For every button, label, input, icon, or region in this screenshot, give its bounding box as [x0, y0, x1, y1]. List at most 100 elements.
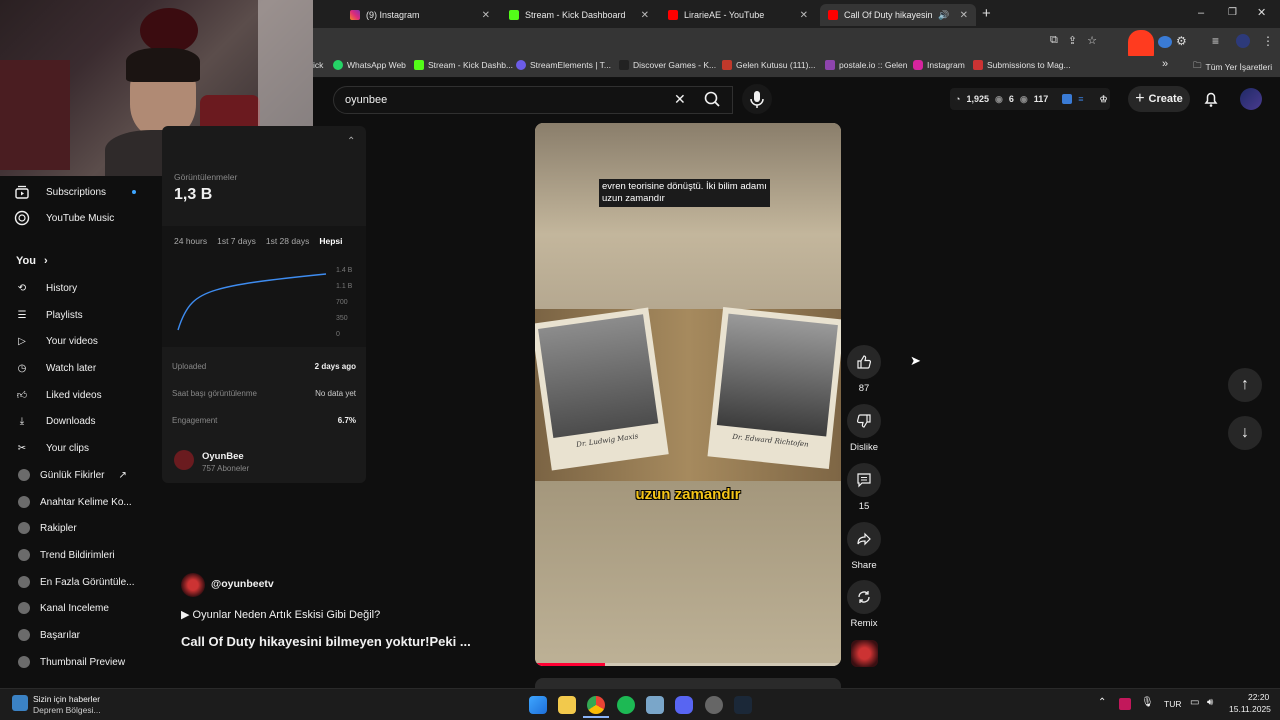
sidebar-ext-item[interactable]: Anahtar Kelime Ko...: [18, 492, 132, 512]
like-button[interactable]: 87: [834, 345, 894, 394]
bookmark-item[interactable]: StreamElements | T...: [516, 60, 611, 70]
channel-handle[interactable]: @oyunbeetv: [211, 578, 274, 590]
news-widget-subtitle[interactable]: Deprem Bölgesi...: [33, 705, 101, 715]
tab-active-video[interactable]: Call Of Duty hikayesini bilme 🔊 ✕: [820, 4, 976, 26]
achievement-icon[interactable]: ♔: [1100, 94, 1108, 105]
install-icon[interactable]: ⇪: [1068, 34, 1077, 47]
steam-icon[interactable]: [734, 696, 752, 714]
new-tab-button[interactable]: +: [982, 5, 991, 22]
list-icon[interactable]: ≡: [1078, 94, 1083, 104]
search-button[interactable]: [698, 86, 734, 114]
share-button[interactable]: Share: [834, 522, 894, 571]
account-avatar[interactable]: [1240, 88, 1262, 110]
minimize-button[interactable]: –: [1198, 7, 1204, 19]
bookmark-item[interactable]: Submissions to Mag...: [973, 60, 1071, 70]
tab-youtube-channel[interactable]: LirarieAE - YouTube ✕: [660, 4, 816, 26]
sidebar-item-liked-videos[interactable]: 👍︎ Liked videos: [14, 385, 102, 405]
collapse-icon[interactable]: ⌃: [347, 136, 355, 147]
spotify-icon[interactable]: [617, 696, 635, 714]
close-tab-icon[interactable]: ✕: [800, 10, 808, 21]
search-input[interactable]: oyunbee ✕: [333, 86, 733, 114]
clock-date[interactable]: 15.11.2025: [1229, 704, 1271, 714]
sidebar-item-playlists[interactable]: ☰ Playlists: [14, 305, 83, 325]
network-icon[interactable]: ▭: [1190, 697, 1199, 708]
tray-app-icon[interactable]: [1119, 698, 1131, 710]
extension-logo-icon[interactable]: [1062, 94, 1073, 104]
sidebar-item-watch-later[interactable]: ◷ Watch later: [14, 358, 97, 378]
star-icon[interactable]: ☆: [1087, 34, 1097, 47]
sidebar-ext-item[interactable]: En Fazla Görüntüle...: [18, 572, 135, 592]
app-icon[interactable]: [646, 696, 664, 714]
close-tab-icon[interactable]: ✕: [482, 10, 490, 21]
close-tab-icon[interactable]: ✕: [960, 10, 968, 21]
language-indicator[interactable]: TUR: [1164, 699, 1181, 709]
remix-button[interactable]: Remix: [834, 580, 894, 629]
speaker-icon[interactable]: 🔊: [938, 10, 949, 21]
sidebar-item-downloads[interactable]: ⤓ Downloads: [14, 411, 96, 431]
close-window-button[interactable]: ✕: [1257, 6, 1266, 19]
clear-search-icon[interactable]: ✕: [674, 91, 686, 108]
start-icon[interactable]: [529, 696, 547, 714]
create-button[interactable]: + Create: [1128, 86, 1190, 112]
weather-icon[interactable]: [12, 695, 28, 711]
sidebar-item-music[interactable]: YouTube Music: [14, 208, 114, 228]
extension-icon[interactable]: [1158, 36, 1172, 48]
comments-button[interactable]: 15: [834, 463, 894, 512]
tab-instagram[interactable]: (9) Instagram ✕: [342, 4, 498, 26]
voice-search-button[interactable]: [742, 84, 772, 114]
channel-avatar[interactable]: [174, 450, 194, 470]
discord-icon[interactable]: [675, 696, 693, 714]
bookmark-item[interactable]: Discover Games - K...: [619, 60, 716, 70]
translate-icon[interactable]: ⧉: [1050, 34, 1058, 47]
more-bookmarks-button[interactable]: »: [1162, 58, 1168, 70]
playlist-link[interactable]: ▶ Oyunlar Neden Artık Eskisi Gibi Değil?: [181, 608, 380, 621]
tray-overflow-icon[interactable]: ⌃: [1098, 697, 1106, 708]
notifications-button[interactable]: [1202, 90, 1220, 108]
news-widget-title[interactable]: Sizin için haberler: [33, 694, 100, 704]
file-explorer-icon[interactable]: [558, 696, 576, 714]
next-short-button[interactable]: ↓: [1228, 416, 1262, 450]
profile-avatar[interactable]: [1236, 34, 1250, 48]
bookmark-item[interactable]: Stream - Kick Dashb...: [414, 60, 513, 70]
range-tab[interactable]: 24 hours: [174, 236, 207, 246]
media-control-icon[interactable]: ≡: [1212, 34, 1219, 48]
bookmark-item[interactable]: ick: [313, 60, 323, 70]
sidebar-ext-item[interactable]: Trend Bildirimleri: [18, 545, 115, 565]
sidebar-ext-item[interactable]: Günlük Fikirler ↗: [18, 465, 127, 485]
next-short-preview[interactable]: [535, 678, 841, 688]
puzzle-icon[interactable]: ⚙: [1176, 34, 1187, 48]
sidebar-item-history[interactable]: ⟲ History: [14, 278, 77, 298]
bookmark-item[interactable]: WhatsApp Web: [333, 60, 406, 70]
sound-thumbnail[interactable]: [851, 640, 878, 667]
microphone-icon[interactable]: 🎙︎: [1141, 697, 1154, 708]
restore-button[interactable]: ❐: [1228, 7, 1237, 18]
range-tab[interactable]: 1st 7 days: [217, 236, 256, 246]
range-tab-active[interactable]: Hepsi: [319, 236, 342, 246]
sidebar-ext-item[interactable]: Kanal Inceleme: [18, 598, 109, 618]
tab-kick[interactable]: Stream - Kick Dashboard ✕: [501, 4, 657, 26]
progress-track[interactable]: [535, 663, 841, 666]
sidebar-item-your-clips[interactable]: ✂ Your clips: [14, 438, 89, 458]
bookmark-item[interactable]: postale.io :: Gelen: [825, 60, 908, 70]
sidebar-ext-item[interactable]: Thumbnail Preview: [18, 652, 125, 672]
sidebar-item-subscriptions[interactable]: Subscriptions: [14, 182, 137, 202]
channel-name[interactable]: OyunBee: [202, 451, 244, 462]
close-tab-icon[interactable]: ✕: [641, 10, 649, 21]
sidebar-ext-item[interactable]: Rakipler: [18, 518, 77, 538]
sidebar-ext-item[interactable]: Başarılar: [18, 625, 80, 645]
chrome-menu-icon[interactable]: ⋮: [1262, 34, 1274, 48]
sidebar-item-your-videos[interactable]: ▷ Your videos: [14, 331, 98, 351]
clock-time[interactable]: 22:20: [1248, 692, 1269, 702]
short-video-player[interactable]: evren teorisine dönüştü. İki bilim adamı…: [535, 123, 841, 666]
volume-icon[interactable]: 🔊︎: [1207, 697, 1213, 708]
chrome-icon[interactable]: [587, 696, 605, 714]
channel-avatar[interactable]: [181, 573, 205, 597]
dislike-button[interactable]: Dislike: [834, 404, 894, 453]
previous-short-button[interactable]: ↑: [1228, 368, 1262, 402]
sidebar-section-you[interactable]: You ›: [16, 255, 48, 267]
bookmark-item[interactable]: Gelen Kutusu (111)...: [722, 60, 816, 70]
range-tab[interactable]: 1st 28 days: [266, 236, 309, 246]
app-icon[interactable]: [705, 696, 723, 714]
bookmark-item[interactable]: Instagram: [913, 60, 965, 70]
all-bookmarks-folder[interactable]: 🗀 Tüm Yer İşaretleri: [1193, 60, 1272, 74]
